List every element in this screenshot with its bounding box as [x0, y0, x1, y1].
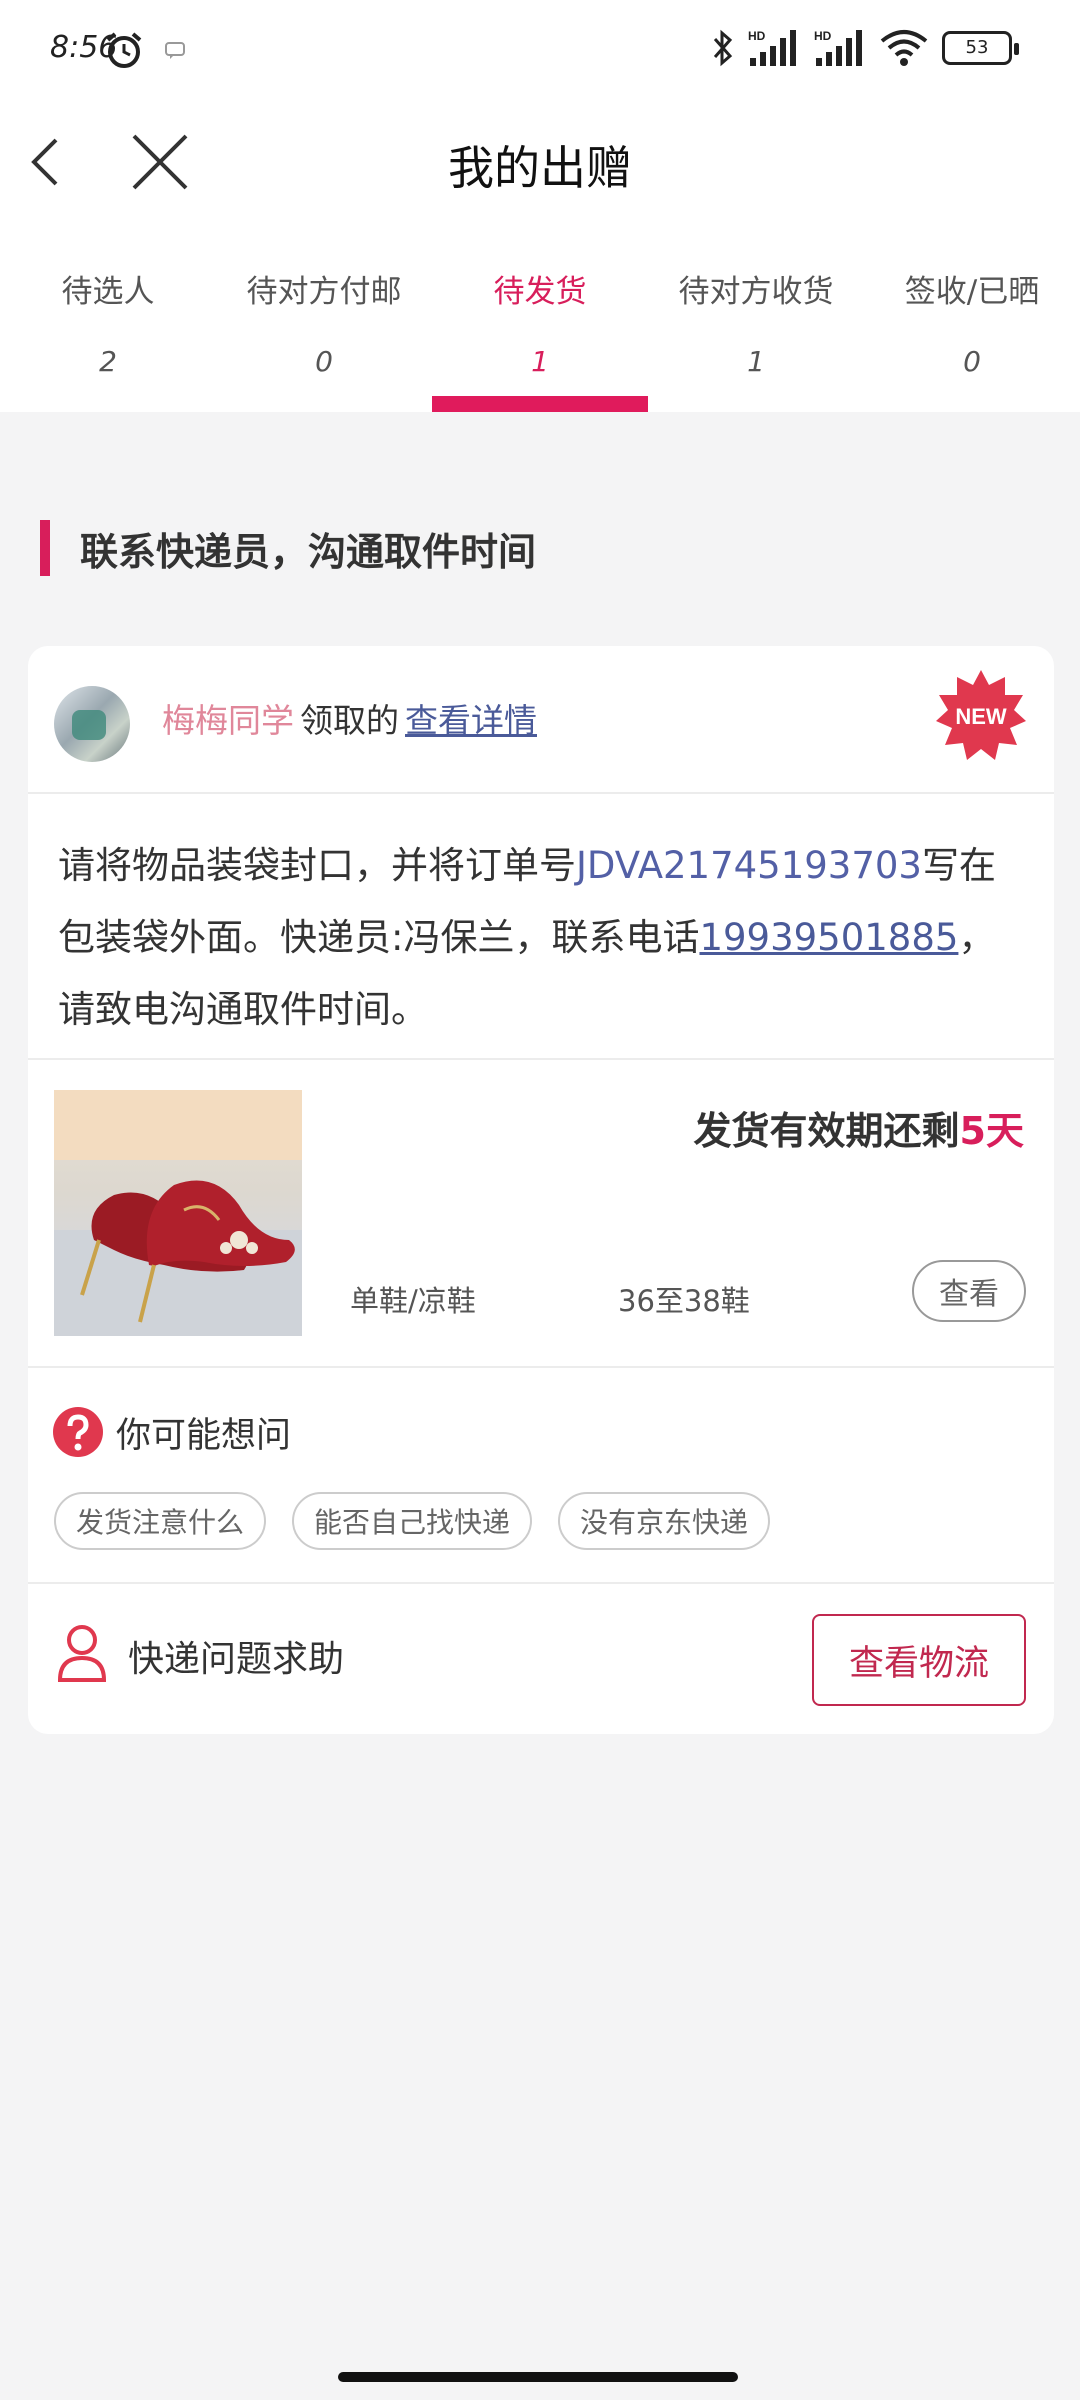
product-category: 单鞋/凉鞋 — [350, 1284, 476, 1318]
faq-section: 你可能想问 发货注意什么 能否自己找快递 没有京东快递 — [28, 1368, 1054, 1576]
faq-chip-no-jd-courier[interactable]: 没有京东快递 — [558, 1492, 771, 1550]
tab-count: 0 — [315, 345, 333, 378]
ship-deadline-days: 5天 — [959, 1109, 1024, 1153]
notice-part1: 请将物品装袋封口，并将订单号 — [58, 844, 576, 887]
tab-awaiting-postage[interactable]: 待对方付邮 0 — [216, 250, 432, 412]
view-logistics-button[interactable]: 查看物流 — [812, 1614, 1026, 1706]
svg-text:NEW: NEW — [955, 704, 1007, 729]
receiver-name: 梅梅同学 — [162, 701, 294, 740]
gift-card: 梅梅同学 领取的 查看详情 NEW 请将物品装袋封口，并将订单号JDVA217451… — [28, 646, 1054, 1734]
avatar — [54, 686, 130, 762]
tab-to-select[interactable]: 待选人 2 — [0, 250, 216, 412]
tab-count: 0 — [963, 345, 981, 378]
courier-help-link[interactable]: 快递问题求助 — [128, 1630, 344, 1682]
faq-chip-own-courier[interactable]: 能否自己找快递 — [292, 1492, 533, 1550]
receiver-row: 梅梅同学 领取的 查看详情 NEW — [28, 646, 1054, 792]
product-size: 36至38鞋 — [618, 1284, 750, 1318]
divider — [28, 1582, 1054, 1584]
order-number: JDVA21745193703 — [576, 844, 922, 887]
signal-hd-icon: HD — [814, 29, 862, 66]
section-heading: 联系快递员，沟通取件时间 — [40, 518, 536, 578]
ship-deadline: 发货有效期还剩5天 — [694, 1100, 1024, 1155]
question-icon — [53, 1407, 103, 1457]
new-badge: NEW — [936, 670, 1026, 760]
tab-count: 1 — [531, 345, 549, 378]
svg-text:HD: HD — [748, 29, 766, 43]
bluetooth-icon — [713, 29, 733, 67]
view-details-link[interactable]: 查看详情 — [405, 701, 537, 740]
section-title: 联系快递员，沟通取件时间 — [80, 529, 537, 574]
wifi-icon — [880, 30, 928, 66]
tab-label: 待选人 — [61, 274, 155, 310]
courier-phone-link[interactable]: 19939501885 — [699, 916, 958, 959]
tab-label: 签收/已晒 — [904, 274, 1040, 310]
view-product-button[interactable]: 查看 — [912, 1260, 1026, 1322]
status-bar: 8:56 HD HD 53 — [0, 0, 1080, 104]
faq-chip-shipping-notes[interactable]: 发货注意什么 — [54, 1492, 267, 1550]
home-indicator[interactable] — [338, 2372, 738, 2382]
message-icon — [165, 42, 185, 59]
notice-text: 请将物品装袋封口，并将订单号JDVA21745193703写在包装袋外面。快递员… — [58, 830, 1024, 1046]
shipping-notice: 请将物品装袋封口，并将订单号JDVA21745193703写在包装袋外面。快递员… — [28, 794, 1054, 1031]
section-accent-bar — [40, 520, 50, 576]
page-title: 我的出赠 — [448, 141, 632, 195]
tab-to-ship[interactable]: 待发货 1 — [432, 250, 648, 412]
faq-header: 你可能想问 — [52, 1406, 291, 1458]
tab-label: 待对方付邮 — [246, 274, 402, 310]
help-row: 快递问题求助 查看物流 — [28, 1586, 1054, 1734]
shoe-illustration — [54, 1090, 302, 1336]
battery-icon: 53 — [942, 31, 1019, 65]
receiver-line: 梅梅同学 领取的 查看详情 — [162, 694, 537, 742]
ship-deadline-prefix: 发货有效期还剩 — [693, 1109, 960, 1153]
nav-bar: 我的出赠 — [0, 104, 1080, 224]
battery-level: 53 — [965, 37, 989, 58]
svg-text:HD: HD — [814, 29, 832, 43]
product-row: 发货有效期还剩5天 单鞋/凉鞋 36至38鞋 查看 — [28, 1060, 1054, 1338]
signal-hd-icon: HD — [748, 29, 796, 66]
tab-label: 待对方收货 — [678, 274, 834, 310]
alarm-icon — [106, 32, 142, 68]
status-tabs: 待选人 2 待对方付邮 0 待发货 1 待对方收货 1 签收/已晒 0 — [0, 250, 1080, 412]
product-image[interactable] — [54, 1090, 302, 1336]
tab-count: 1 — [747, 345, 765, 378]
tab-awaiting-receipt[interactable]: 待对方收货 1 — [648, 250, 864, 412]
faq-title: 你可能想问 — [116, 1415, 292, 1456]
active-tab-indicator — [432, 396, 648, 412]
receiver-action: 领取的 — [300, 701, 399, 740]
tab-label: 待发货 — [493, 274, 587, 310]
tab-count: 2 — [99, 345, 117, 378]
faq-chips: 发货注意什么 能否自己找快递 没有京东快递 — [54, 1492, 771, 1550]
person-icon — [57, 1625, 107, 1682]
tab-received[interactable]: 签收/已晒 0 — [864, 250, 1080, 412]
